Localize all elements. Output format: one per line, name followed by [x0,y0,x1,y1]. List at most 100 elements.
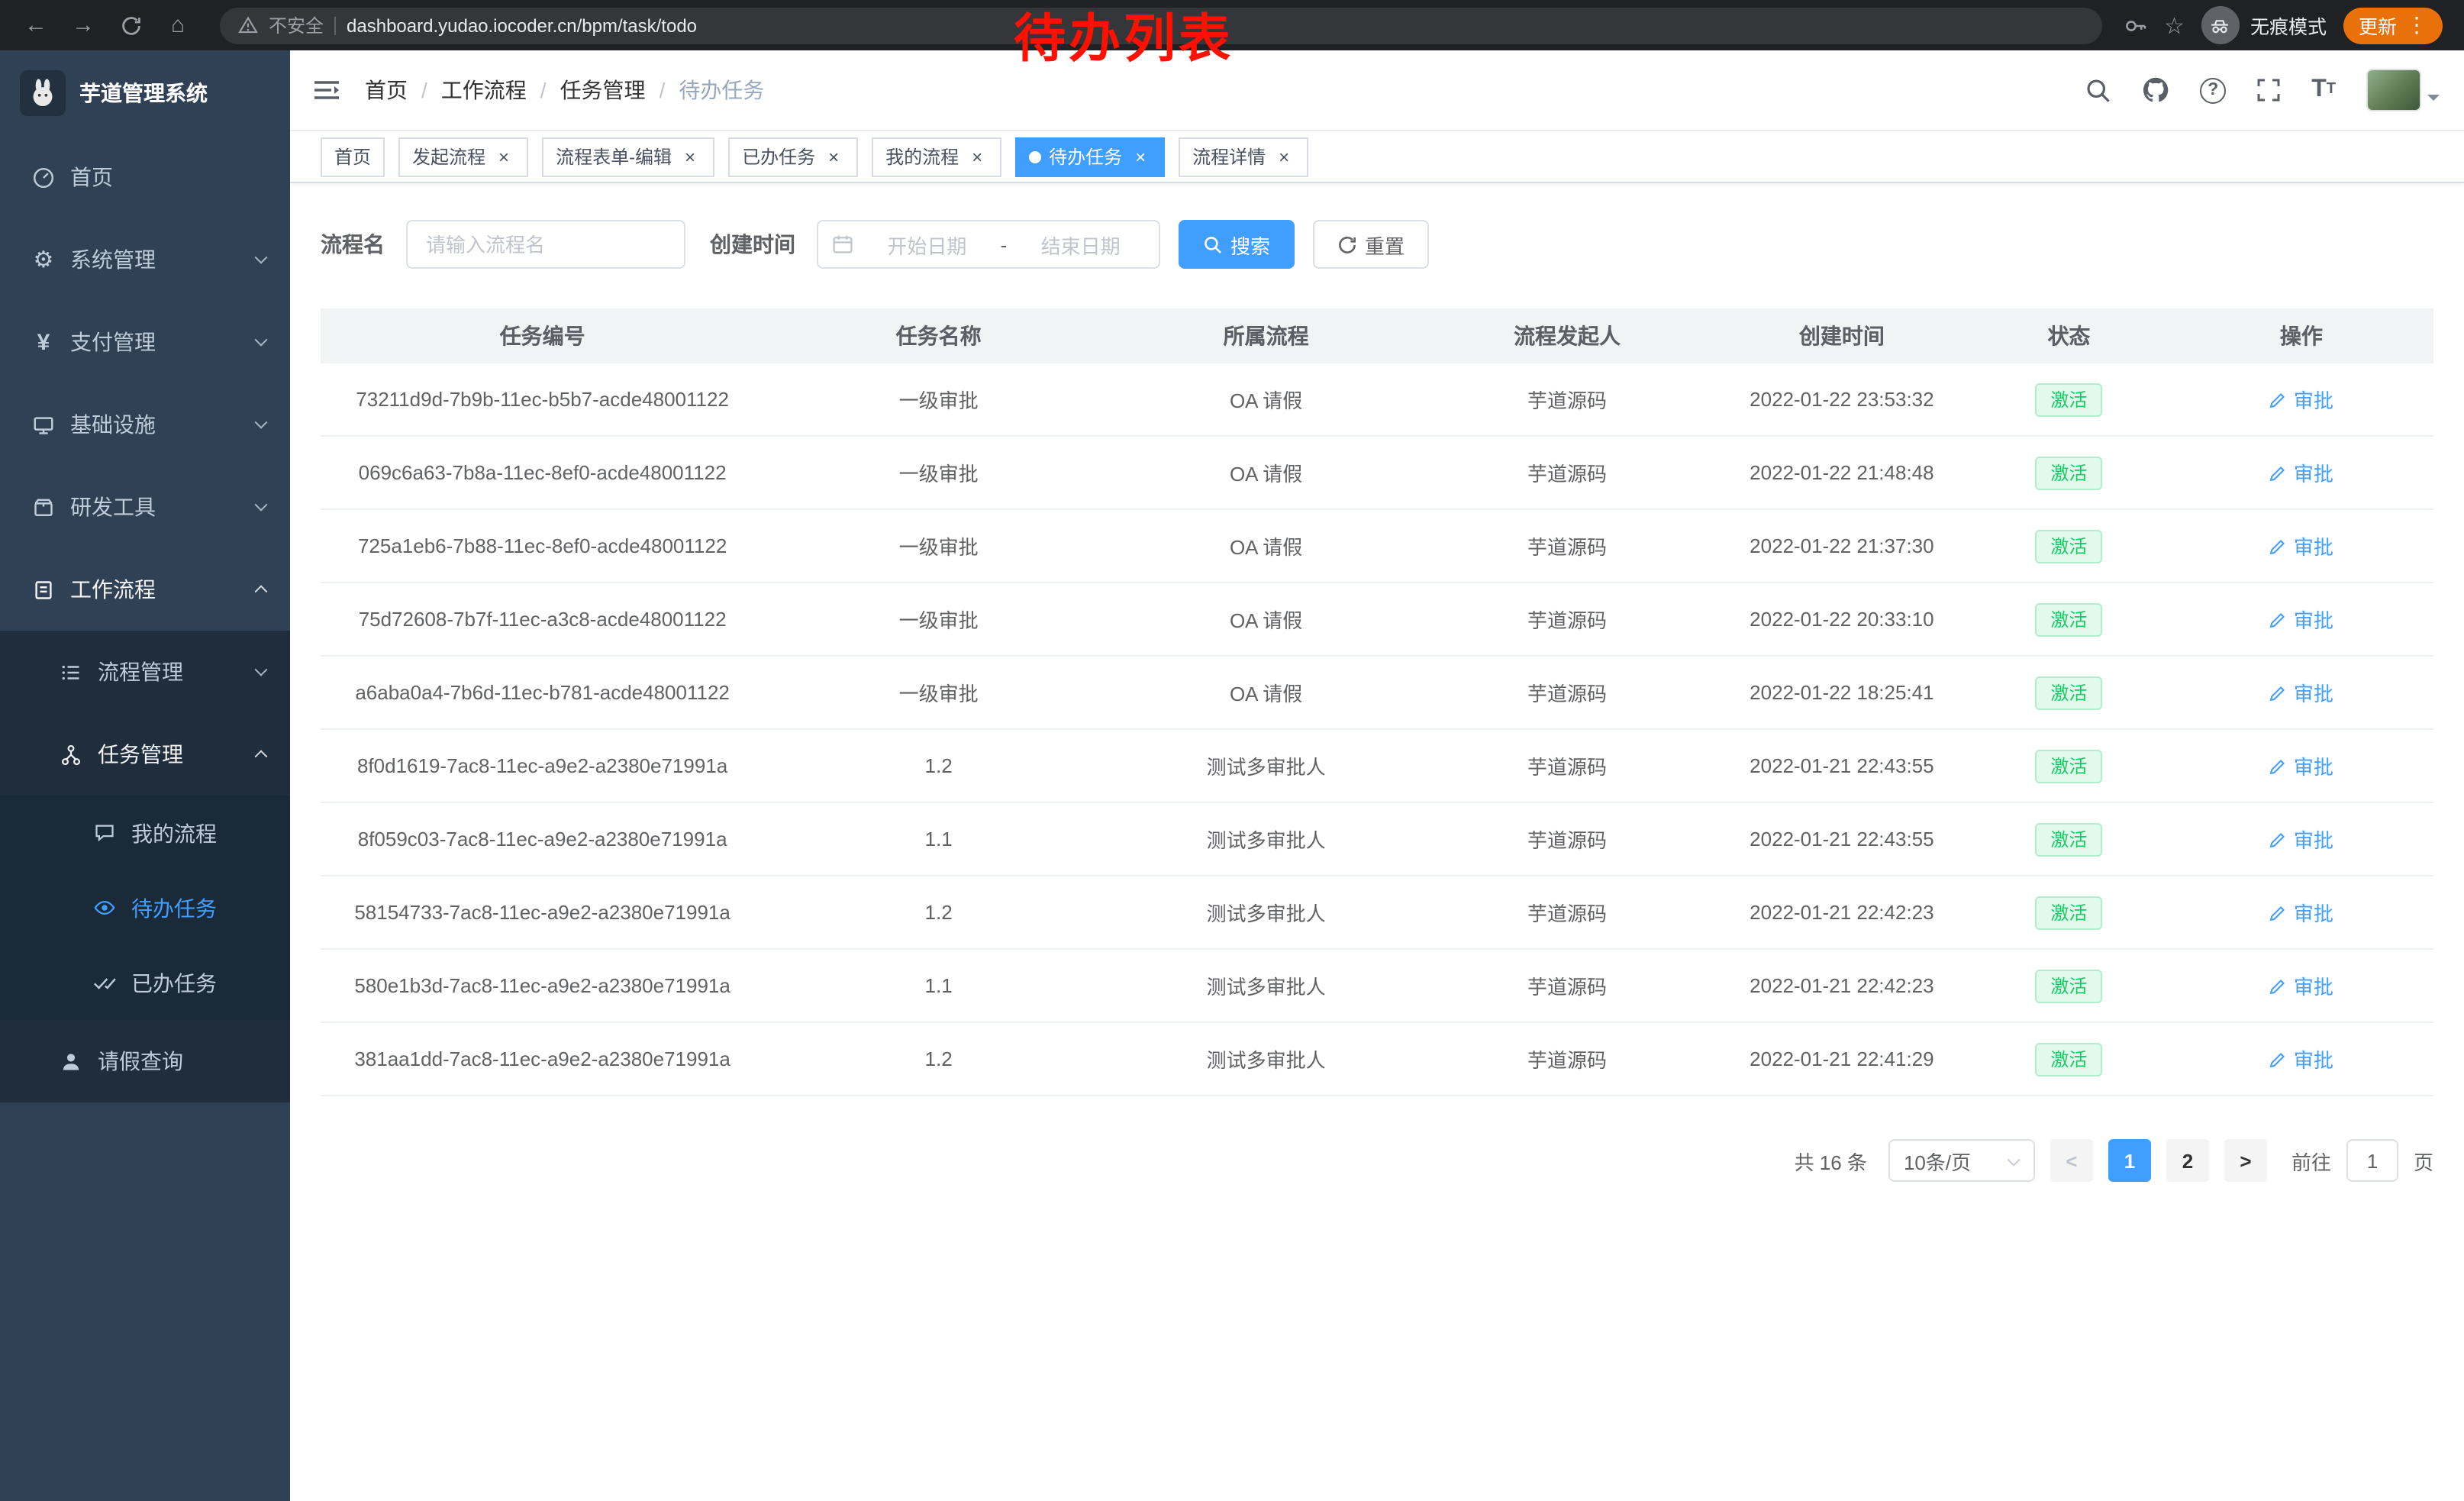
table-row: a6aba0a4-7b6d-11ec-b781-acde48001122 一级审… [321,657,2433,730]
tab[interactable]: 发起流程 × [398,137,528,176]
update-label: 更新 [2359,11,2397,40]
approve-link[interactable]: 审批 [2269,678,2333,707]
tab-label: 发起流程 [412,144,485,169]
tab-close-icon[interactable]: × [966,146,988,167]
top-navbar: 首页 / 工作流程 / 任务管理 / 待办任务 ? [290,50,2464,131]
prev-page-button[interactable]: < [2050,1139,2093,1182]
process-name-input[interactable] [406,220,685,269]
browser-refresh-icon[interactable] [110,5,151,46]
search-button[interactable]: 搜索 [1179,220,1295,269]
edit-pen-icon [2269,1050,2288,1068]
url-text[interactable]: dashboard.yudao.iocoder.cn/bpm/task/todo [347,15,697,36]
tab[interactable]: 流程表单-编辑 × [542,137,714,176]
github-icon[interactable] [2142,76,2169,104]
browser-home-icon[interactable]: ⌂ [157,5,198,46]
sidebar-item-label: 待办任务 [131,893,266,923]
search-icon[interactable] [2085,77,2111,103]
tab[interactable]: 待办任务 × [1015,137,1165,176]
tab-close-icon[interactable]: × [823,146,844,167]
sidebar-item-workflow[interactable]: 工作流程 [0,548,290,631]
app-title: 芋道管理系统 [79,78,208,108]
table-row: 580e1b3d-7ac8-11ec-a9e2-a2380e71991a 1.1… [321,950,2433,1023]
cell-task-name: 一级审批 [764,510,1113,582]
sidebar-item-task-mgmt[interactable]: 任务管理 [0,713,290,796]
bookmark-star-icon[interactable]: ☆ [2164,11,2185,39]
breadcrumb-item[interactable]: 工作流程 [441,75,527,105]
status-badge: 激活 [2035,822,2102,856]
approve-link[interactable]: 审批 [2269,531,2333,560]
tab-close-icon[interactable]: × [679,146,701,167]
sidebar-item-home[interactable]: 首页 [0,136,290,218]
chevron-down-icon [255,334,268,347]
sidebar-item-payment[interactable]: ¥ 支付管理 [0,301,290,383]
breadcrumb: 首页 / 工作流程 / 任务管理 / 待办任务 [365,75,764,105]
chat-icon [92,822,118,844]
cell-initiator: 芋道源码 [1419,876,1715,948]
sidebar-item-devtools[interactable]: 研发工具 [0,466,290,548]
approve-link[interactable]: 审批 [2269,605,2333,634]
cell-initiator: 芋道源码 [1419,583,1715,655]
approve-link[interactable]: 审批 [2269,898,2333,927]
sidebar-item-system[interactable]: ⚙ 系统管理 [0,218,290,301]
edit-pen-icon [2269,683,2288,702]
approve-link[interactable]: 审批 [2269,825,2333,854]
approve-link[interactable]: 审批 [2269,751,2333,780]
cell-created: 2022-01-22 20:33:10 [1715,583,1969,655]
reset-button[interactable]: 重置 [1313,220,1429,269]
chevron-down-icon [2007,1154,2020,1167]
tab[interactable]: 我的流程 × [872,137,1001,176]
tab[interactable]: 首页 [321,137,385,176]
cell-created: 2022-01-21 22:42:23 [1715,876,1969,948]
browser-menu-icon[interactable]: ⋮ [2406,12,2427,38]
start-date-placeholder[interactable]: 开始日期 [863,230,992,259]
navbar-actions: ? TT [2085,69,2440,111]
font-size-icon[interactable]: TT [2311,78,2336,102]
breadcrumb-item[interactable]: 首页 [365,75,408,105]
breadcrumb-item[interactable]: 任务管理 [560,75,646,105]
tab-close-icon[interactable]: × [1273,146,1295,167]
address-bar[interactable]: 不安全 dashboard.yudao.iocoder.cn/bpm/task/… [220,7,2101,44]
goto-page-input[interactable] [2346,1139,2398,1182]
caret-down-icon [2427,95,2440,107]
browser-update-button[interactable]: 更新 ⋮ [2343,7,2443,44]
tab[interactable]: 流程详情 × [1179,137,1308,176]
password-key-icon[interactable] [2123,13,2147,37]
approve-link[interactable]: 审批 [2269,385,2333,414]
chevron-up-icon [255,585,268,598]
tab-close-icon[interactable]: × [493,146,514,167]
warning-icon [238,15,258,35]
page-button-2[interactable]: 2 [2166,1139,2209,1182]
help-icon[interactable]: ? [2200,77,2226,103]
approve-link[interactable]: 审批 [2269,458,2333,487]
avatar[interactable] [2366,69,2421,111]
next-page-button[interactable]: > [2224,1139,2267,1182]
page-button-1[interactable]: 1 [2108,1139,2151,1182]
user-menu[interactable] [2366,69,2440,111]
end-date-placeholder[interactable]: 结束日期 [1016,230,1145,259]
column-header: 任务名称 [764,308,1113,363]
browser-back-icon[interactable]: ← [15,5,56,46]
incognito-label: 无痕模式 [2250,11,2327,40]
sidebar-item-done-task[interactable]: 已办任务 [0,945,290,1020]
calendar-icon [832,234,853,255]
hamburger-icon[interactable] [313,78,340,102]
sidebar-item-leave-query[interactable]: 请假查询 [0,1020,290,1102]
breadcrumb-separator: / [660,78,666,102]
app-logo[interactable]: 芋道管理系统 [0,50,290,136]
tab[interactable]: 已办任务 × [728,137,858,176]
fullscreen-icon[interactable] [2256,78,2281,102]
sidebar-item-process-mgmt[interactable]: 流程管理 [0,631,290,713]
sidebar-item-infra[interactable]: 基础设施 [0,383,290,466]
page-size-select[interactable]: 10条/页 [1888,1139,2035,1182]
approve-link[interactable]: 审批 [2269,1044,2333,1073]
toolbox-icon [31,495,56,518]
tab-label: 流程表单-编辑 [556,144,672,169]
date-range-picker[interactable]: 开始日期 - 结束日期 [817,220,1160,269]
approve-link[interactable]: 审批 [2269,971,2333,1000]
sidebar-item-todo-task[interactable]: 待办任务 [0,870,290,945]
edit-pen-icon [2269,903,2288,922]
tab-close-icon[interactable]: × [1130,146,1151,167]
security-label[interactable]: 不安全 [269,12,324,38]
sidebar-item-my-process[interactable]: 我的流程 [0,796,290,870]
browser-forward-icon[interactable]: → [63,5,104,46]
